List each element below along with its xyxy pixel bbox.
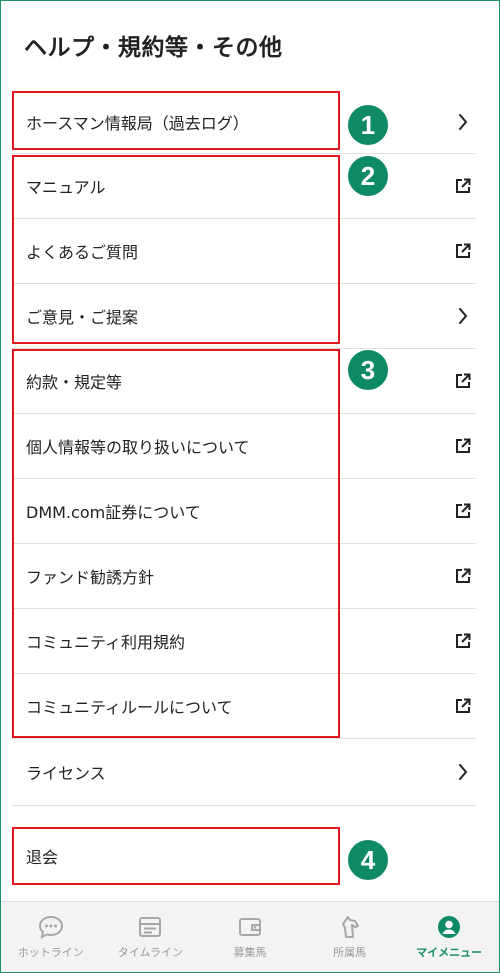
tab-owned-horses[interactable]: 所属馬: [300, 902, 400, 972]
menu-item-label: ライセンス: [26, 764, 106, 783]
annotation-badge-4: 4: [348, 840, 388, 880]
annotation-badge-1: 1: [348, 105, 388, 145]
annotation-box-3: [12, 349, 340, 738]
external-link-icon: [454, 437, 472, 455]
chevron-right-icon: [454, 113, 472, 131]
annotation-badge-3: 3: [348, 350, 388, 390]
external-link-icon: [454, 177, 472, 195]
page-title: ヘルプ・規約等・その他: [24, 35, 283, 61]
tab-label: マイメニュー: [416, 946, 483, 959]
chevron-right-icon: [454, 307, 472, 325]
annotation-box-2: [12, 155, 340, 344]
user-icon: [437, 914, 461, 940]
tab-label: 所属馬: [333, 946, 367, 959]
external-link-icon: [454, 242, 472, 260]
external-link-icon: [454, 632, 472, 650]
tab-my-menu[interactable]: マイメニュー: [399, 902, 499, 972]
chat-bubble-icon: [38, 914, 64, 940]
tab-label: タイムライン: [117, 946, 183, 959]
timeline-icon: [138, 914, 162, 940]
annotation-box-1: [12, 91, 340, 150]
tab-timeline[interactable]: タイムライン: [101, 902, 201, 972]
tab-label: ホットライン: [17, 946, 84, 959]
chevron-right-icon: [454, 763, 472, 781]
horse-icon: [339, 914, 361, 940]
external-link-icon: [454, 372, 472, 390]
external-link-icon: [454, 567, 472, 585]
annotation-badge-2: 2: [348, 156, 388, 196]
external-link-icon: [454, 697, 472, 715]
tab-hotline[interactable]: ホットライン: [1, 902, 101, 972]
bottom-tab-bar: ホットライン タイムライン 募集馬 所属馬 マイメニュー: [1, 901, 499, 972]
tab-recruiting-horses[interactable]: 募集馬: [200, 902, 300, 972]
external-link-icon: [454, 502, 472, 520]
wallet-icon: [238, 914, 262, 940]
menu-item-license[interactable]: ライセンス: [12, 739, 476, 806]
annotation-box-4: [12, 827, 340, 885]
tab-label: 募集馬: [233, 946, 267, 959]
